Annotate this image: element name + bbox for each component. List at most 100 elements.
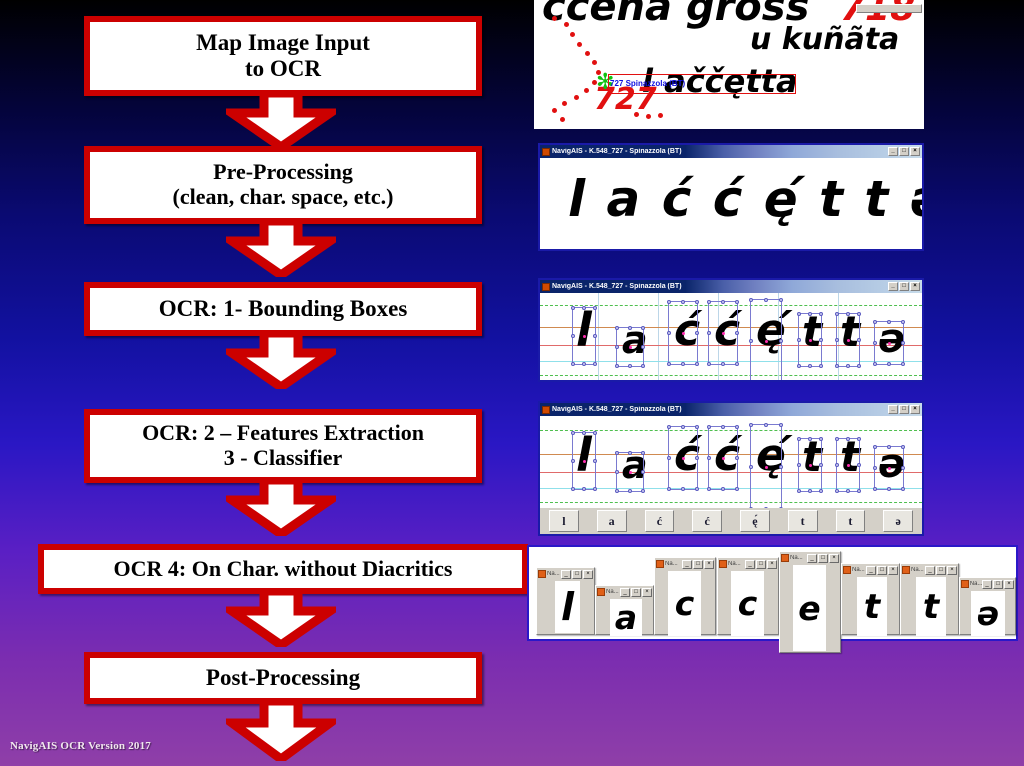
app-icon [902, 566, 910, 574]
window-titlebar[interactable]: Na... _ □ × [596, 586, 653, 598]
window-titlebar[interactable]: Na... _ □ × [901, 564, 958, 576]
maximize-button[interactable]: □ [877, 565, 887, 575]
char-bounding-box[interactable] [797, 437, 823, 493]
close-icon[interactable]: × [829, 553, 839, 563]
classified-char[interactable]: ę́ [740, 510, 770, 532]
char-bounding-box[interactable] [835, 312, 861, 368]
flow-box-post-processing[interactable]: Post-Processing [84, 652, 482, 704]
map-scrollbar[interactable] [856, 4, 922, 13]
window-controls[interactable]: _ □ × [745, 559, 777, 569]
maximize-button[interactable]: □ [756, 559, 766, 569]
maximize-button[interactable]: □ [631, 587, 641, 597]
minimize-button[interactable]: _ [925, 565, 935, 575]
char-window[interactable]: Na... _ □ × e [779, 551, 841, 653]
close-icon[interactable]: × [642, 587, 652, 597]
classified-char[interactable]: a [596, 510, 627, 532]
char-window[interactable]: Na... _ □ × t [900, 563, 959, 636]
bounding-boxes-window-panel[interactable]: NavigAIS - K.548_727 - Spinazzola (BT) _… [538, 278, 924, 382]
window-titlebar[interactable]: Na... _ □ × [537, 568, 594, 580]
char-window[interactable]: Na... _ □ × c [654, 557, 716, 636]
close-icon[interactable]: × [767, 559, 777, 569]
char-bounding-box[interactable] [707, 425, 739, 491]
close-icon[interactable]: × [888, 565, 898, 575]
char-bounding-box[interactable] [571, 306, 597, 366]
char-window[interactable]: Na... _ □ × l [536, 567, 595, 635]
classified-char[interactable]: l [549, 510, 579, 532]
char-windows-panel[interactable]: Na... _ □ × l Na... _ □ × a Na... _ □ × … [527, 545, 1018, 653]
classified-char[interactable]: ć [644, 510, 675, 532]
maximize-button[interactable]: □ [818, 553, 828, 563]
maximize-button[interactable]: □ [899, 147, 909, 156]
maximize-button[interactable]: □ [993, 579, 1003, 589]
close-icon[interactable]: × [704, 559, 714, 569]
close-icon[interactable]: × [583, 569, 593, 579]
flow-box-bounding-boxes[interactable]: OCR: 1- Bounding Boxes [84, 282, 482, 336]
maximize-button[interactable]: □ [899, 405, 909, 414]
char-bounding-box[interactable] [797, 312, 823, 368]
close-icon[interactable]: × [1004, 579, 1014, 589]
features-classifier-window-panel[interactable]: NavigAIS - K.548_727 - Spinazzola (BT) _… [538, 401, 924, 536]
minimize-button[interactable]: _ [982, 579, 992, 589]
maximize-button[interactable]: □ [936, 565, 946, 575]
char-bounding-box[interactable] [667, 300, 699, 366]
flow-box-ocr4-no-diacritics[interactable]: OCR 4: On Char. without Diacritics [38, 544, 528, 594]
minimize-button[interactable]: _ [888, 405, 898, 414]
maximize-button[interactable]: □ [693, 559, 703, 569]
maximize-button[interactable]: □ [572, 569, 582, 579]
minimize-button[interactable]: _ [561, 569, 571, 579]
window-controls[interactable]: _ □ × [982, 579, 1014, 589]
classified-char[interactable]: ć [692, 510, 722, 532]
window-controls[interactable]: _ □ × [888, 405, 920, 414]
window-titlebar[interactable]: NavigAIS - K.548_727 - Spinazzola (BT) _… [540, 403, 922, 416]
window-controls[interactable]: _ □ × [620, 587, 652, 597]
char-bounding-box[interactable] [707, 300, 739, 366]
flow-box-pre-processing[interactable]: Pre-Processing (clean, char. space, etc.… [84, 146, 482, 224]
maximize-button[interactable]: □ [899, 282, 909, 291]
char-bounding-box[interactable] [615, 451, 645, 493]
char-bounding-box[interactable] [873, 320, 905, 366]
char-bounding-box[interactable] [749, 298, 783, 380]
minimize-button[interactable]: _ [888, 282, 898, 291]
flow-box-map-image-input[interactable]: Map Image Input to OCR [84, 16, 482, 96]
char-bounding-box[interactable] [571, 431, 597, 491]
window-titlebar[interactable]: Na... _ □ × [718, 558, 778, 570]
classified-char[interactable]: ə [883, 510, 913, 532]
window-controls[interactable]: _ □ × [888, 282, 920, 291]
close-icon[interactable]: × [910, 282, 920, 291]
minimize-button[interactable]: _ [807, 553, 817, 563]
classified-char[interactable]: t [835, 510, 866, 532]
char-window[interactable]: Na... _ □ × c [717, 557, 779, 636]
close-icon[interactable]: × [947, 565, 957, 575]
minimize-button[interactable]: _ [682, 559, 692, 569]
char-bounding-box[interactable] [749, 423, 783, 511]
preprocessed-window-panel[interactable]: NavigAIS - K.548_727 - Spinazzola (BT) _… [538, 143, 924, 251]
window-titlebar[interactable]: Na... _ □ × [780, 552, 840, 564]
window-titlebar[interactable]: Na... _ □ × [655, 558, 715, 570]
char-window[interactable]: Na... _ □ × a [595, 585, 654, 636]
window-titlebar[interactable]: Na... _ □ × [960, 578, 1015, 590]
minimize-button[interactable]: _ [745, 559, 755, 569]
char-bounding-box[interactable] [615, 326, 645, 368]
char-window[interactable]: Na... _ □ × t [841, 563, 900, 636]
minimize-button[interactable]: _ [866, 565, 876, 575]
char-window[interactable]: Na... _ □ × ə [959, 577, 1016, 636]
flow-box-features-classifier[interactable]: OCR: 2 – Features Extraction 3 - Classif… [84, 409, 482, 483]
minimize-button[interactable]: _ [620, 587, 630, 597]
close-icon[interactable]: × [910, 405, 920, 414]
window-titlebar[interactable]: NavigAIS - K.548_727 - Spinazzola (BT) _… [540, 145, 922, 158]
window-titlebar[interactable]: NavigAIS - K.548_727 - Spinazzola (BT) _… [540, 280, 922, 293]
close-icon[interactable]: × [910, 147, 920, 156]
classified-char[interactable]: t [787, 510, 818, 532]
window-controls[interactable]: _ □ × [888, 147, 920, 156]
window-controls[interactable]: _ □ × [866, 565, 898, 575]
char-bounding-box[interactable] [835, 437, 861, 493]
char-bounding-box[interactable] [667, 425, 699, 491]
window-controls[interactable]: _ □ × [925, 565, 957, 575]
window-titlebar[interactable]: Na... _ □ × [842, 564, 899, 576]
window-controls[interactable]: _ □ × [807, 553, 839, 563]
window-controls[interactable]: _ □ × [561, 569, 593, 579]
char-bounding-box[interactable] [873, 445, 905, 491]
map-image-panel[interactable]: ccena gross 718 u kuñãta l aččętta 727 ✻… [534, 0, 924, 129]
minimize-button[interactable]: _ [888, 147, 898, 156]
window-controls[interactable]: _ □ × [682, 559, 714, 569]
